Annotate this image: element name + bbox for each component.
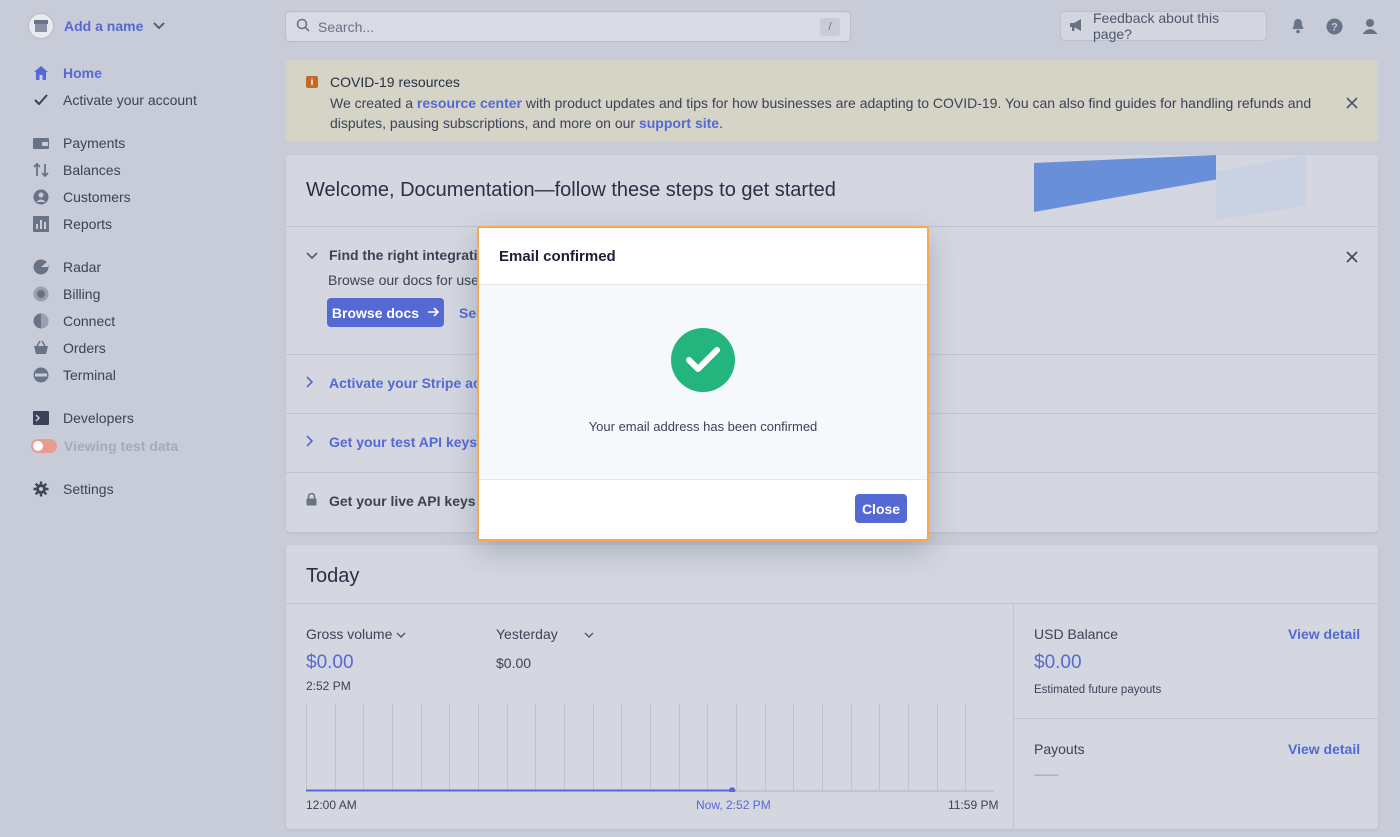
app-root: Add a name Home Activate your account Pa…: [0, 0, 1400, 837]
dialog-body: Your email address has been confirmed: [479, 285, 927, 480]
close-button[interactable]: Close: [855, 494, 907, 523]
success-check-icon: [671, 328, 735, 392]
email-confirmed-dialog: Email confirmed Your email address has b…: [477, 226, 929, 541]
dialog-title: Email confirmed: [479, 228, 927, 285]
dialog-message: Your email address has been confirmed: [588, 419, 818, 434]
